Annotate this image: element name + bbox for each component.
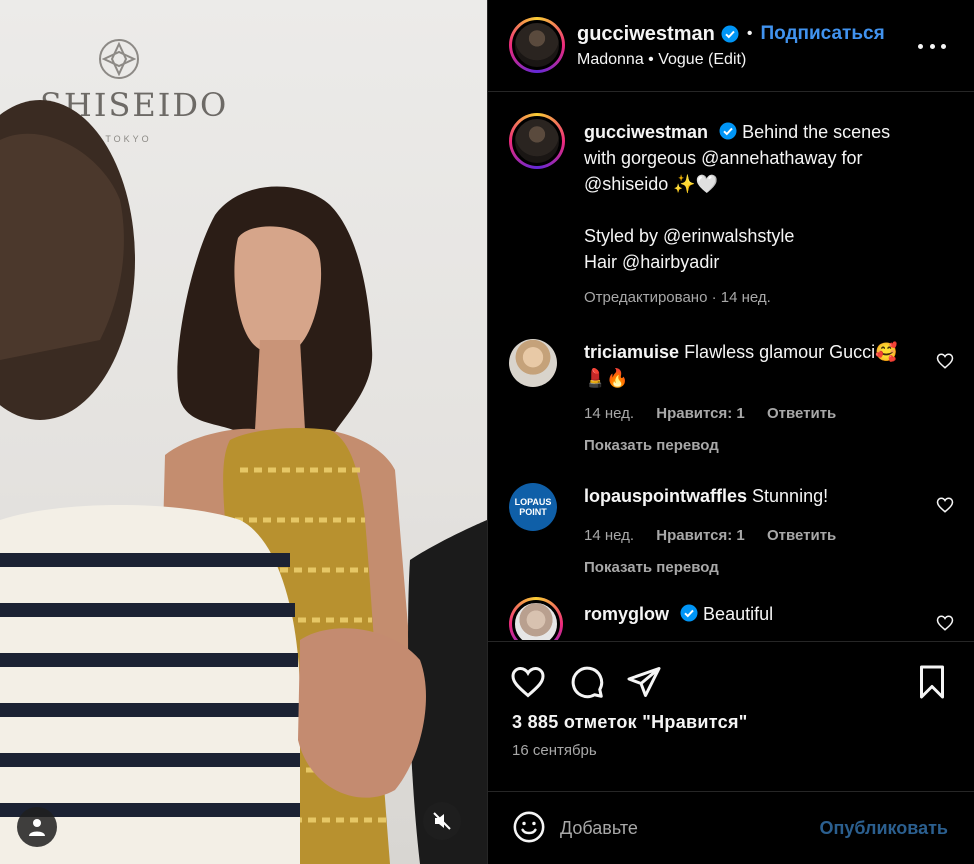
commenter-username[interactable]: romyglow — [584, 604, 669, 624]
post-actions: 3 885 отметок "Нравится" 16 сентябрь — [488, 641, 974, 791]
commenter-avatar[interactable] — [509, 339, 557, 387]
commenter-avatar[interactable] — [509, 597, 563, 640]
show-translation-link[interactable]: Показать перевод — [584, 433, 919, 459]
comment-body: romyglow Beautiful — [584, 601, 919, 627]
audio-link[interactable]: Madonna • Vogue (Edit) — [577, 51, 746, 69]
heart-icon[interactable] — [510, 664, 546, 700]
reply-button[interactable]: Ответить — [767, 405, 836, 422]
caption-meta: Отредактировано · 14 нед. — [584, 289, 771, 306]
send-icon[interactable] — [626, 664, 662, 700]
heart-icon[interactable] — [936, 352, 954, 370]
user-icon — [29, 819, 45, 836]
bookmark-icon[interactable] — [914, 664, 950, 700]
comments-list[interactable]: gucciwestman Behind the scenes with gorg… — [488, 93, 974, 640]
comment-icon[interactable] — [569, 664, 605, 700]
reply-button[interactable]: Ответить — [767, 527, 836, 544]
author-avatar[interactable] — [509, 17, 565, 73]
caption-author-username[interactable]: gucciwestman — [584, 122, 708, 142]
comment-input[interactable] — [560, 812, 780, 844]
caption-line-6: Hair @hairbyadir — [584, 252, 720, 272]
caption-line-4 — [584, 197, 949, 223]
follow-button[interactable]: Подписаться — [760, 23, 884, 45]
commenter-username[interactable]: lopauspointwaffles — [584, 486, 747, 506]
verified-badge-icon — [721, 25, 739, 43]
caption-line-1: Behind the scenes — [742, 122, 891, 142]
comment-text: Beautiful — [703, 604, 774, 624]
comment-time: 14 нед. — [584, 405, 635, 422]
post-date: 16 сентябрь — [512, 742, 597, 759]
author-username[interactable]: gucciwestman — [577, 23, 715, 46]
video-frame — [0, 100, 487, 864]
comment-body: triciamuise Flawless glamour Gucci🥰💄🔥 14… — [584, 339, 919, 459]
add-comment-bar: Опубликовать — [488, 791, 974, 864]
caption-line-5: Styled by @erinwalshstyle — [584, 226, 795, 246]
more-icon — [918, 43, 923, 49]
show-translation-link[interactable]: Показать перевод — [584, 555, 919, 581]
caption-line-3: @shiseido ✨🤍 — [584, 174, 719, 194]
comment-meta: 14 нед. Нравится: 1 Ответить — [584, 523, 919, 549]
caption-author-avatar[interactable] — [509, 113, 565, 169]
heart-icon[interactable] — [936, 496, 954, 514]
author-line: gucciwestman • Подписаться — [577, 22, 885, 46]
post-header: gucciwestman • Подписаться Madonna • Vog… — [488, 0, 974, 92]
emoji-icon[interactable] — [512, 810, 546, 844]
mute-button[interactable] — [423, 802, 461, 840]
comment-time: 14 нед. — [584, 527, 635, 544]
separator-dot: • — [746, 25, 753, 42]
commenter-avatar[interactable]: LOPAUS POINT — [509, 483, 557, 531]
more-options-button[interactable] — [918, 38, 946, 54]
heart-icon[interactable] — [936, 614, 954, 632]
comment-likes[interactable]: Нравится: 1 — [656, 405, 745, 422]
verified-badge-icon — [680, 604, 698, 622]
comment-meta: 14 нед. Нравится: 1 Ответить — [584, 401, 919, 427]
comment-text: Stunning! — [752, 486, 829, 506]
likes-count[interactable]: 3 885 отметок "Нравится" — [512, 712, 748, 733]
post-media[interactable]: SHISEIDO GINZA TOKYO — [0, 0, 487, 864]
comment-likes[interactable]: Нравится: 1 — [656, 527, 745, 544]
post-side-panel: gucciwestman • Подписаться Madonna • Vog… — [487, 0, 974, 864]
tagged-users-button[interactable] — [17, 807, 57, 847]
commenter-username[interactable]: triciamuise — [584, 342, 679, 362]
publish-button[interactable]: Опубликовать — [819, 818, 948, 839]
caption-line-2: with gorgeous @annehathaway for — [584, 148, 863, 168]
verified-badge-icon — [719, 122, 737, 140]
mute-icon — [433, 812, 451, 830]
caption-body: gucciwestman Behind the scenes with gorg… — [584, 119, 949, 307]
comment-body: lopauspointwaffles Stunning! 14 нед. Нра… — [584, 483, 919, 581]
